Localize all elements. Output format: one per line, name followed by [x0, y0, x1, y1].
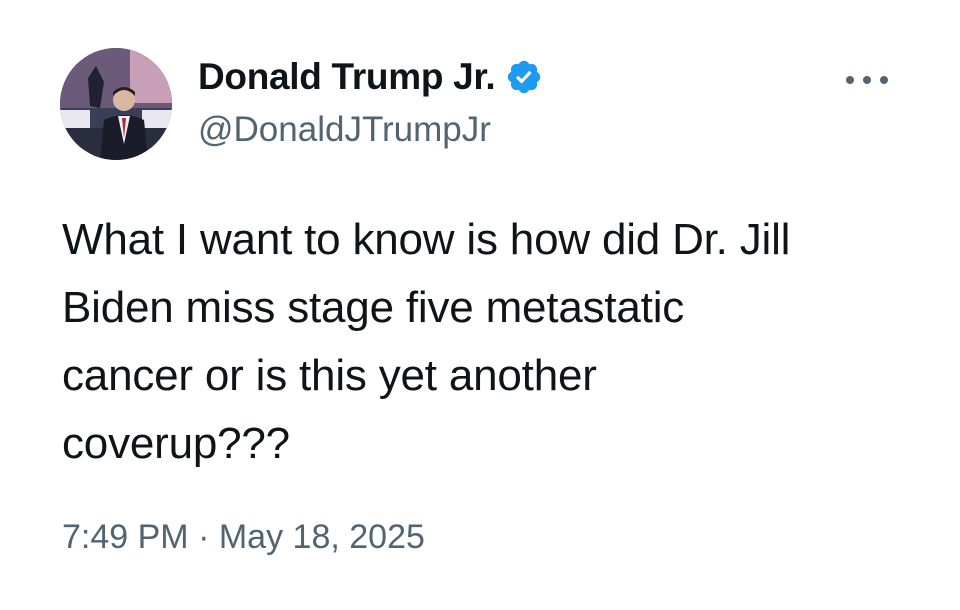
tweet-card: Donald Trump Jr. @DonaldJTrumpJr What I … — [0, 0, 960, 610]
tweet-text-line: Biden miss stage five metastatic — [62, 283, 685, 332]
tweet-text-line: What I want to know is how did Dr. Jill — [62, 215, 791, 264]
avatar-photo — [60, 48, 172, 160]
author-handle[interactable]: @DonaldJTrumpJr — [198, 110, 491, 150]
meta-separator: · — [198, 518, 210, 556]
verified-badge-icon — [508, 60, 541, 94]
avatar[interactable] — [60, 48, 172, 160]
tweet-text: What I want to know is how did Dr. Jill … — [62, 206, 922, 478]
more-options-icon[interactable] — [842, 70, 892, 90]
author-display-name[interactable]: Donald Trump Jr. — [198, 56, 496, 98]
tweet-date: May 18, 2025 — [218, 518, 425, 556]
author-name-row: Donald Trump Jr. — [198, 56, 543, 98]
tweet-text-line: coverup??? — [62, 419, 290, 468]
tweet-timestamp[interactable]: 7:49 PM · May 18, 2025 — [62, 518, 425, 557]
tweet-text-line: cancer or is this yet another — [62, 351, 597, 400]
tweet-time: 7:49 PM — [62, 518, 189, 556]
